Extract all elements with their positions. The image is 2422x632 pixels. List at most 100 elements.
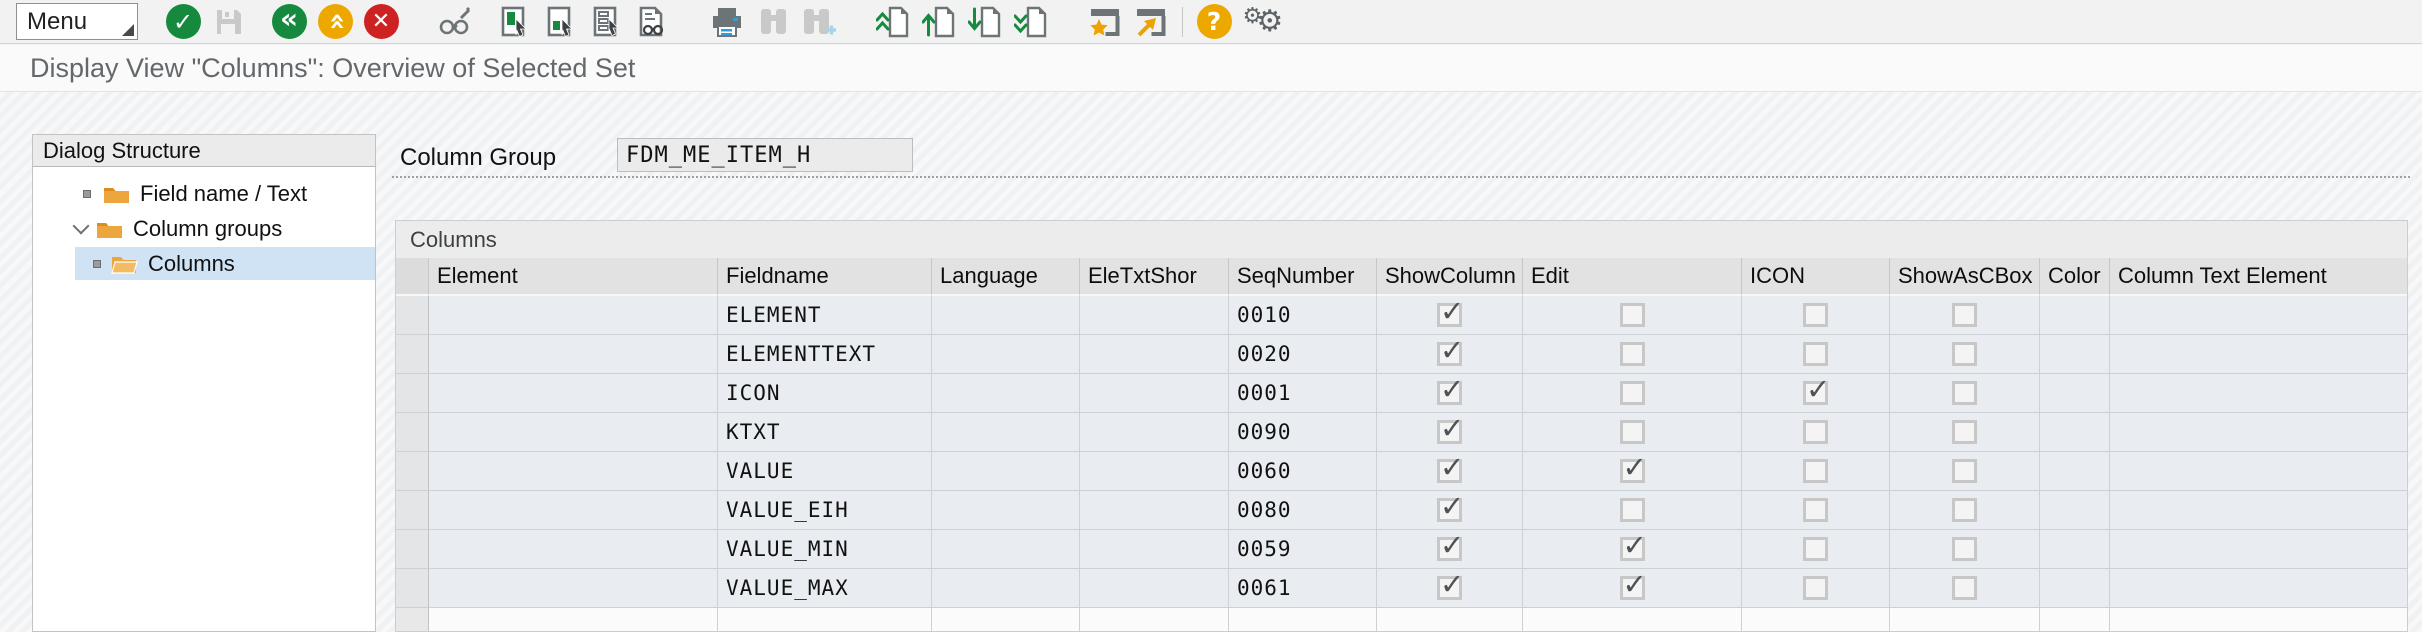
exit-button[interactable] (312, 1, 358, 43)
chevron-down-icon[interactable] (73, 217, 90, 234)
cell-fieldname[interactable]: VALUE_MAX (718, 569, 932, 608)
cell-seqnumber[interactable]: 0090 (1229, 413, 1377, 452)
showascbox-checkbox[interactable] (1952, 342, 1977, 366)
edit-checkbox[interactable] (1620, 576, 1645, 600)
tree-item-columns[interactable]: Columns (33, 247, 375, 280)
cell-icon[interactable] (1742, 335, 1890, 374)
create-shortcut-button[interactable] (1128, 1, 1174, 43)
cell-column_text_element[interactable] (2110, 569, 2408, 608)
cell-edit[interactable] (1523, 374, 1742, 413)
save-button[interactable] (206, 1, 252, 43)
cell-edit[interactable] (1523, 491, 1742, 530)
icon-checkbox[interactable] (1803, 537, 1828, 561)
help-button[interactable] (1191, 1, 1237, 43)
cell-color[interactable] (2040, 452, 2110, 491)
find-next-button[interactable] (796, 1, 842, 43)
showascbox-checkbox[interactable] (1952, 576, 1977, 600)
cell-language[interactable] (932, 413, 1080, 452)
icon-checkbox[interactable] (1803, 381, 1828, 405)
cell-showascbox[interactable] (1890, 569, 2040, 608)
cell-edit[interactable] (1523, 569, 1742, 608)
icon-checkbox[interactable] (1803, 498, 1828, 522)
cell-eletxtshor[interactable] (1080, 296, 1229, 335)
column-header[interactable]: Column Text Element (2110, 258, 2408, 296)
cell-column_text_element[interactable] (2110, 530, 2408, 569)
cell-color[interactable] (2040, 530, 2110, 569)
showcolumn-checkbox[interactable] (1437, 498, 1462, 522)
edit-checkbox[interactable] (1620, 420, 1645, 444)
cell-seqnumber[interactable] (1229, 608, 1377, 632)
cell-showcolumn[interactable] (1377, 452, 1523, 491)
select-all-corner[interactable] (396, 258, 429, 296)
row-selector[interactable] (396, 413, 429, 452)
row-selector[interactable] (396, 608, 429, 632)
cell-showcolumn[interactable] (1377, 335, 1523, 374)
cell-column_text_element[interactable] (2110, 608, 2408, 632)
column-header[interactable]: Edit (1523, 258, 1742, 296)
cell-icon[interactable] (1742, 452, 1890, 491)
cell-seqnumber[interactable]: 0080 (1229, 491, 1377, 530)
cell-showascbox[interactable] (1890, 608, 2040, 632)
cell-column_text_element[interactable] (2110, 491, 2408, 530)
display-list-button[interactable] (630, 1, 676, 43)
row-selector[interactable] (396, 335, 429, 374)
cell-element[interactable] (429, 452, 718, 491)
cell-icon[interactable] (1742, 608, 1890, 632)
cell-showcolumn[interactable] (1377, 530, 1523, 569)
showascbox-checkbox[interactable] (1952, 303, 1977, 327)
select-block-button[interactable] (538, 1, 584, 43)
enter-button[interactable] (160, 1, 206, 43)
showascbox-checkbox[interactable] (1952, 537, 1977, 561)
cell-column_text_element[interactable] (2110, 296, 2408, 335)
icon-checkbox[interactable] (1803, 342, 1828, 366)
tree-item-field-name-text[interactable]: Field name / Text (33, 177, 375, 210)
last-page-button[interactable] (1008, 1, 1054, 43)
icon-checkbox[interactable] (1803, 576, 1828, 600)
cell-icon[interactable] (1742, 569, 1890, 608)
edit-checkbox[interactable] (1620, 498, 1645, 522)
cell-showcolumn[interactable] (1377, 296, 1523, 335)
select-all-button[interactable] (584, 1, 630, 43)
edit-checkbox[interactable] (1620, 459, 1645, 483)
cell-eletxtshor[interactable] (1080, 608, 1229, 632)
cell-edit[interactable] (1523, 530, 1742, 569)
row-selector[interactable] (396, 452, 429, 491)
cell-color[interactable] (2040, 374, 2110, 413)
cell-seqnumber[interactable]: 0060 (1229, 452, 1377, 491)
cell-showcolumn[interactable] (1377, 491, 1523, 530)
showascbox-checkbox[interactable] (1952, 381, 1977, 405)
cell-icon[interactable] (1742, 296, 1890, 335)
cell-fieldname[interactable]: VALUE (718, 452, 932, 491)
cell-eletxtshor[interactable] (1080, 413, 1229, 452)
icon-checkbox[interactable] (1803, 420, 1828, 444)
cell-element[interactable] (429, 335, 718, 374)
cell-showcolumn[interactable] (1377, 608, 1523, 632)
cell-seqnumber[interactable]: 0001 (1229, 374, 1377, 413)
icon-checkbox[interactable] (1803, 459, 1828, 483)
cell-fieldname[interactable]: ICON (718, 374, 932, 413)
cell-column_text_element[interactable] (2110, 335, 2408, 374)
cell-icon[interactable] (1742, 491, 1890, 530)
cell-fieldname[interactable]: VALUE_MIN (718, 530, 932, 569)
cell-language[interactable] (932, 296, 1080, 335)
cell-element[interactable] (429, 374, 718, 413)
find-button[interactable] (750, 1, 796, 43)
showcolumn-checkbox[interactable] (1437, 459, 1462, 483)
cell-seqnumber[interactable]: 0059 (1229, 530, 1377, 569)
tree-item-column-groups[interactable]: Column groups (33, 212, 375, 245)
new-session-button[interactable] (1082, 1, 1128, 43)
cell-showascbox[interactable] (1890, 335, 2040, 374)
cell-element[interactable] (429, 530, 718, 569)
choose-detail-button[interactable] (492, 1, 538, 43)
cell-icon[interactable] (1742, 530, 1890, 569)
cell-column_text_element[interactable] (2110, 452, 2408, 491)
cell-fieldname[interactable]: VALUE_EIH (718, 491, 932, 530)
cell-icon[interactable] (1742, 374, 1890, 413)
cell-icon[interactable] (1742, 413, 1890, 452)
column-header[interactable]: ICON (1742, 258, 1890, 296)
cell-language[interactable] (932, 569, 1080, 608)
cell-showascbox[interactable] (1890, 530, 2040, 569)
cell-edit[interactable] (1523, 335, 1742, 374)
display-change-button[interactable] (432, 1, 478, 43)
row-selector[interactable] (396, 491, 429, 530)
